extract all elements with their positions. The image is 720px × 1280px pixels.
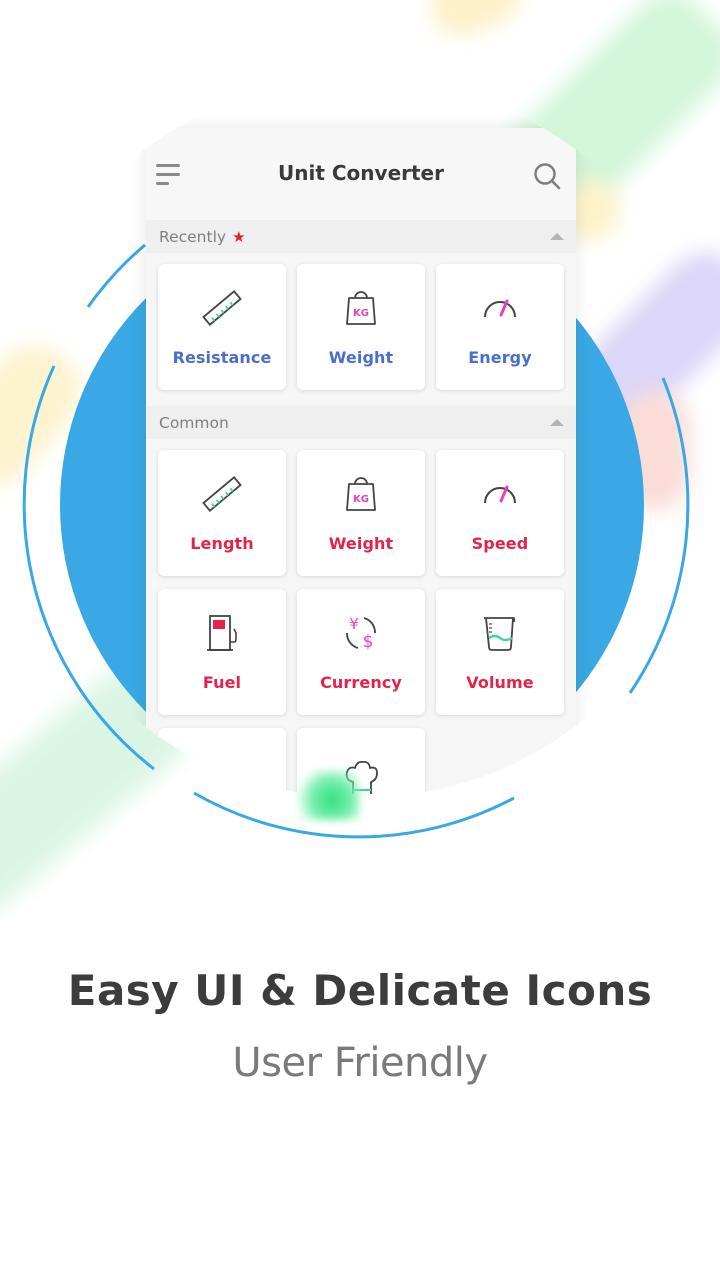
promo-subtitle: User Friendly: [232, 1040, 488, 1086]
ring-arc: [86, 243, 146, 308]
fuel-pump-icon: [207, 615, 237, 651]
star-icon: ★: [232, 227, 246, 246]
tile-label: Weight: [328, 534, 394, 553]
app-title: Unit Converter: [278, 161, 444, 185]
svg-text:KG: KG: [353, 308, 369, 319]
section-header-common[interactable]: Common: [146, 406, 576, 439]
kg-weight-icon: KG: [346, 477, 376, 511]
svg-text:$: $: [363, 632, 374, 652]
app-bar: Unit Converter: [146, 128, 576, 220]
kg-weight-icon: KG: [346, 291, 376, 325]
tile-energy[interactable]: Energy: [436, 264, 564, 390]
tile-label: Resistance: [172, 348, 272, 367]
section-title: Recently: [159, 227, 227, 246]
tile-weight[interactable]: KG Weight: [297, 264, 425, 390]
svg-text:KG: KG: [353, 494, 369, 505]
search-icon[interactable]: [532, 161, 562, 191]
gauge-icon: [484, 299, 516, 318]
recently-grid: Resistance KG Weight Energy: [146, 253, 576, 406]
tile-length[interactable]: Length: [158, 450, 286, 576]
tile-label: Volume: [466, 673, 534, 692]
ruler-icon: [202, 476, 242, 512]
measuring-cup-icon: [484, 617, 515, 651]
tile-label: Fuel: [202, 673, 242, 692]
tile-label: Currency: [320, 673, 402, 692]
svg-text:¥: ¥: [349, 615, 359, 633]
gauge-icon: [484, 485, 516, 504]
tile-volume[interactable]: Volume: [436, 589, 564, 715]
tile-resistance[interactable]: Resistance: [158, 264, 286, 390]
currency-exchange-icon: ¥ $: [346, 615, 376, 652]
tile-label: Length: [190, 534, 254, 553]
tile-label: Energy: [468, 348, 532, 367]
promo-title: Easy UI & Delicate Icons: [67, 966, 653, 1015]
tile-currency[interactable]: ¥ $ Currency: [297, 589, 425, 715]
collapse-caret-icon[interactable]: [550, 233, 564, 240]
section-header-recently[interactable]: Recently ★: [146, 220, 576, 253]
tile-speed[interactable]: Speed: [436, 450, 564, 576]
collapse-caret-icon[interactable]: [550, 419, 564, 426]
tile-label: Weight: [328, 348, 394, 367]
chef-hat-icon: [345, 760, 378, 794]
ruler-icon: [202, 290, 242, 326]
phone-screen: Unit Converter Recently ★ Resistance KG …: [146, 128, 576, 798]
hamburger-menu-icon[interactable]: [156, 164, 184, 190]
section-title: Common: [159, 413, 229, 432]
tile-fuel[interactable]: Fuel: [158, 589, 286, 715]
tile-weight[interactable]: KG Weight: [297, 450, 425, 576]
ring-arc: [193, 791, 515, 839]
tile-label: Speed: [471, 534, 529, 553]
